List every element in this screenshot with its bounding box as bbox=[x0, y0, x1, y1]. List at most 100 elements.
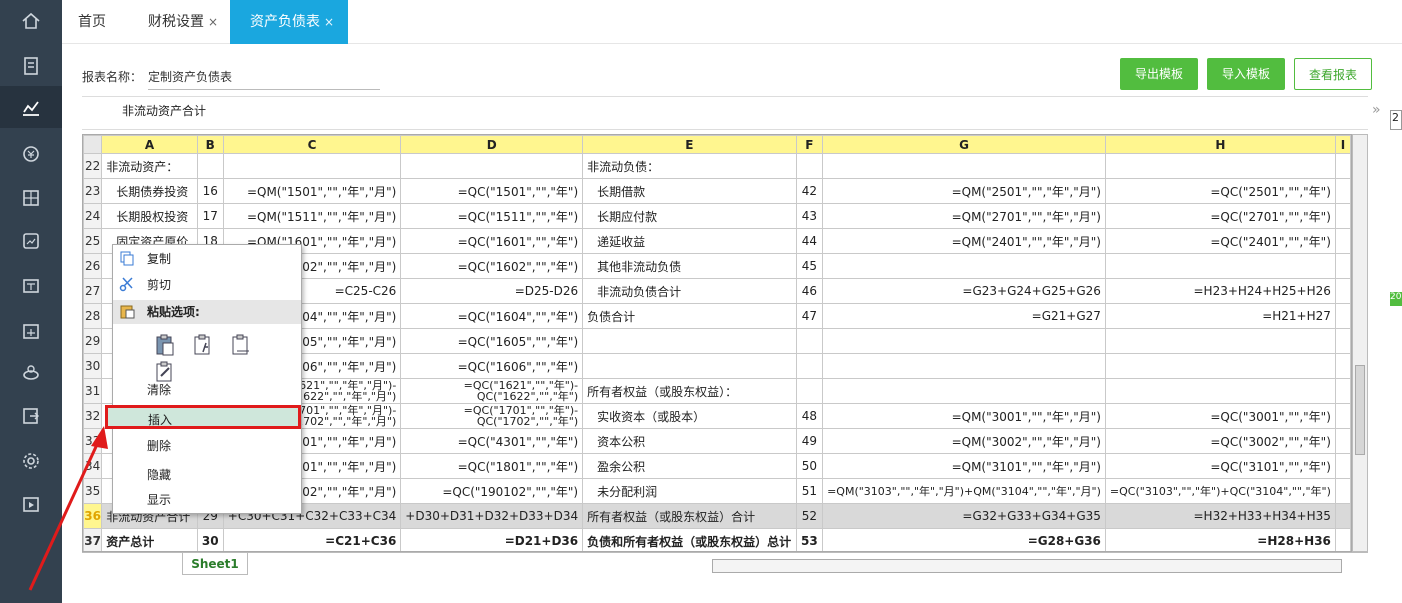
cell-d[interactable]: =QC("1511","","年") bbox=[400, 203, 584, 229]
cell-i[interactable] bbox=[1334, 178, 1351, 204]
cell-a[interactable]: 长期债券投资 bbox=[101, 178, 198, 204]
cell-c[interactable]: =C21+C36 bbox=[222, 528, 402, 551]
cell-e[interactable]: 负债和所有者权益（或股东权益）总计 bbox=[582, 528, 797, 551]
cell-d[interactable]: =QC("1601","","年") bbox=[400, 228, 584, 254]
cell-i[interactable] bbox=[1334, 203, 1351, 229]
column-header[interactable]: F bbox=[795, 135, 824, 154]
cell-f[interactable]: 52 bbox=[795, 503, 824, 529]
tab-balance-sheet[interactable]: 资产负债表 × bbox=[230, 0, 348, 44]
cell-b[interactable]: 30 bbox=[196, 528, 224, 551]
row-header[interactable]: 25 bbox=[83, 228, 103, 254]
cell-b[interactable]: 16 bbox=[196, 178, 224, 204]
cell-d[interactable] bbox=[400, 153, 584, 179]
column-header[interactable]: G bbox=[822, 135, 1106, 154]
cell-g[interactable]: =QM("2401","","年","月") bbox=[822, 228, 1106, 254]
column-header[interactable]: H bbox=[1104, 135, 1336, 154]
cell-h[interactable] bbox=[1104, 253, 1336, 279]
cell-d[interactable]: =QC("1501","","年") bbox=[400, 178, 584, 204]
invoice-icon[interactable] bbox=[20, 55, 42, 77]
row-header[interactable]: 31 bbox=[83, 378, 103, 404]
cell-g[interactable]: =QM("3103","","年","月")+QM("3104","","年",… bbox=[822, 478, 1106, 504]
menu-item-delete[interactable]: 删除 bbox=[113, 434, 301, 458]
menu-item-hide[interactable]: 隐藏 bbox=[113, 463, 301, 487]
side-tab[interactable]: 2 bbox=[1390, 110, 1402, 130]
cell-d[interactable]: =QC("4301","","年") bbox=[400, 428, 584, 454]
cell-c[interactable]: =QM("1501","","年","月") bbox=[222, 178, 402, 204]
document-icon[interactable] bbox=[20, 275, 42, 297]
cell-g[interactable] bbox=[822, 378, 1106, 404]
row-header[interactable]: 26 bbox=[83, 253, 103, 279]
export-template-button[interactable]: 导出模板 bbox=[1120, 58, 1198, 90]
cell-h[interactable]: =H28+H36 bbox=[1104, 528, 1336, 551]
cell-f[interactable]: 53 bbox=[795, 528, 824, 551]
cell-g[interactable] bbox=[822, 328, 1106, 354]
cell-e[interactable]: 所有者权益（或股东权益）： bbox=[582, 378, 797, 404]
cell-f[interactable]: 48 bbox=[795, 403, 824, 429]
cell-h[interactable]: =QC("2701","","年") bbox=[1104, 203, 1336, 229]
cell-g[interactable]: =G21+G27 bbox=[822, 303, 1106, 329]
cell-d[interactable]: =QC("1801","","年") bbox=[400, 453, 584, 479]
paste-formula-icon[interactable] bbox=[191, 333, 215, 357]
cell-f[interactable] bbox=[795, 378, 824, 404]
cell-i[interactable] bbox=[1334, 478, 1351, 504]
cell-d[interactable]: =D21+D36 bbox=[400, 528, 584, 551]
cell-c[interactable]: =QM("1511","","年","月") bbox=[222, 203, 402, 229]
column-header[interactable]: I bbox=[1334, 135, 1351, 154]
cell-g[interactable] bbox=[822, 153, 1106, 179]
menu-item-insert[interactable]: 插入 bbox=[105, 405, 301, 429]
column-header[interactable]: A bbox=[101, 135, 198, 154]
cell-h[interactable]: =H21+H27 bbox=[1104, 303, 1336, 329]
cell-e[interactable]: 长期应付款 bbox=[582, 203, 797, 229]
cell-g[interactable] bbox=[822, 353, 1106, 379]
paste-values-icon[interactable] bbox=[229, 333, 253, 357]
cell-g[interactable]: =QM("2501","","年","月") bbox=[822, 178, 1106, 204]
menu-item-show[interactable]: 显示 bbox=[113, 488, 301, 512]
cell-g[interactable]: =G23+G24+G25+G26 bbox=[822, 278, 1106, 304]
paste-icon[interactable] bbox=[153, 333, 177, 357]
close-icon[interactable]: × bbox=[208, 15, 218, 29]
row-header[interactable]: 28 bbox=[83, 303, 103, 329]
row-header[interactable]: 37 bbox=[83, 528, 103, 551]
cell-g[interactable]: =G28+G36 bbox=[822, 528, 1106, 551]
cell-h[interactable]: =QC("3002","","年") bbox=[1104, 428, 1336, 454]
export-icon[interactable] bbox=[20, 405, 42, 427]
home-icon[interactable] bbox=[20, 10, 42, 32]
cell-i[interactable] bbox=[1334, 353, 1351, 379]
row-header[interactable]: 34 bbox=[83, 453, 103, 479]
row-header[interactable]: 30 bbox=[83, 353, 103, 379]
row-header[interactable]: 24 bbox=[83, 203, 103, 229]
cell-f[interactable]: 50 bbox=[795, 453, 824, 479]
cell-f[interactable]: 51 bbox=[795, 478, 824, 504]
cell-e[interactable]: 资本公积 bbox=[582, 428, 797, 454]
sheet-tab[interactable]: Sheet1 bbox=[182, 553, 248, 575]
row-header[interactable]: 36 bbox=[83, 503, 103, 529]
cell-h[interactable] bbox=[1104, 353, 1336, 379]
cell-i[interactable] bbox=[1334, 253, 1351, 279]
vertical-scrollbar[interactable] bbox=[1352, 134, 1368, 552]
cell-g[interactable]: =G32+G33+G34+G35 bbox=[822, 503, 1106, 529]
cell-h[interactable]: =QC("2501","","年") bbox=[1104, 178, 1336, 204]
cell-f[interactable] bbox=[795, 353, 824, 379]
cell-e[interactable]: 实收资本（或股本） bbox=[582, 403, 797, 429]
view-report-button[interactable]: 查看报表 bbox=[1294, 58, 1372, 90]
import-template-button[interactable]: 导入模板 bbox=[1207, 58, 1285, 90]
cell-e[interactable]: 长期借款 bbox=[582, 178, 797, 204]
cell-h[interactable] bbox=[1104, 153, 1336, 179]
horizontal-scrollbar[interactable] bbox=[712, 559, 1342, 573]
cell-d[interactable]: =QC("1606","","年") bbox=[400, 353, 584, 379]
cell-d[interactable]: =D25-D26 bbox=[400, 278, 584, 304]
row-header[interactable]: 27 bbox=[83, 278, 103, 304]
column-header[interactable]: B bbox=[196, 135, 224, 154]
cell-h[interactable]: =H32+H33+H34+H35 bbox=[1104, 503, 1336, 529]
cell-a[interactable]: 长期股权投资 bbox=[101, 203, 198, 229]
column-header[interactable]: E bbox=[582, 135, 797, 154]
cell-i[interactable] bbox=[1334, 378, 1351, 404]
cell-f[interactable]: 43 bbox=[795, 203, 824, 229]
row-header[interactable]: 33 bbox=[83, 428, 103, 454]
cell-d[interactable]: =QC("190102","","年") bbox=[400, 478, 584, 504]
column-header[interactable]: C bbox=[222, 135, 402, 154]
cell-i[interactable] bbox=[1334, 328, 1351, 354]
cell-f[interactable]: 46 bbox=[795, 278, 824, 304]
scroll-thumb[interactable] bbox=[1355, 365, 1365, 455]
cell-g[interactable]: =QM("2701","","年","月") bbox=[822, 203, 1106, 229]
